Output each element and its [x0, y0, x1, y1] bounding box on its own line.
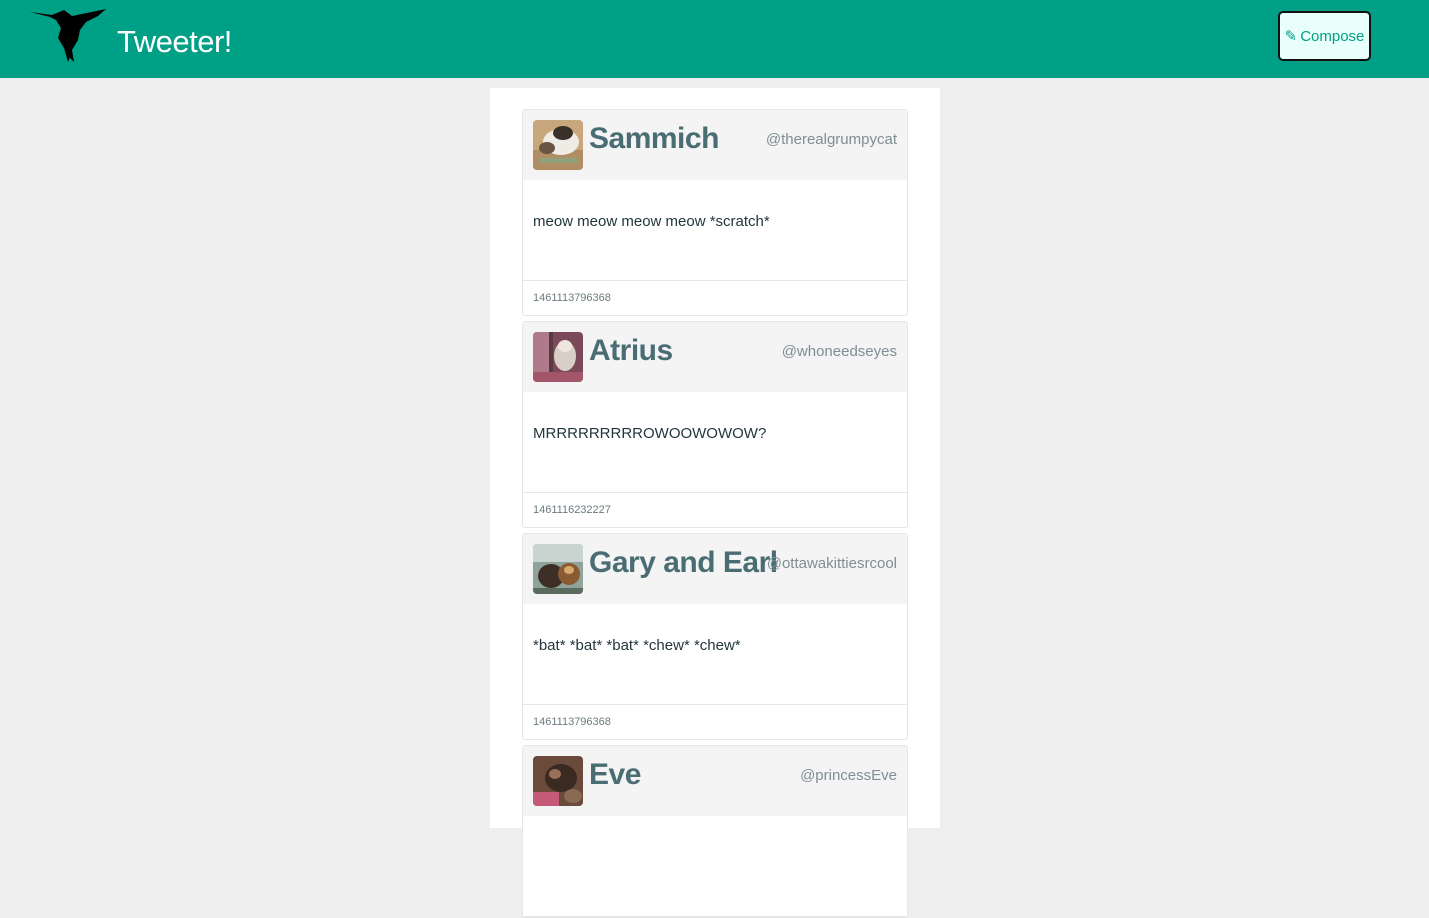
tweet-body: meow meow meow meow *scratch* [523, 180, 907, 281]
avatar [533, 756, 583, 806]
tweet-timestamp: 1461113796368 [533, 716, 611, 728]
tweet-header: Gary and Earl @ottawakittiesrcool [523, 534, 907, 604]
tweet-author-name: Atrius [589, 334, 673, 367]
tweets-container: Sammich @therealgrumpycat meow meow meow… [490, 88, 940, 918]
tweet: Gary and Earl @ottawakittiesrcool *bat* … [522, 533, 908, 740]
tweet-text: MRRRRRRRRROWOOWOWOW? [533, 425, 767, 442]
brand-title[interactable]: Tweeter! [117, 24, 232, 60]
tweet-body [523, 816, 907, 917]
tweet-text: meow meow meow meow *scratch* [533, 213, 770, 230]
tweet-footer: 1461113796368 [523, 705, 907, 739]
hummingbird-icon[interactable] [28, 6, 108, 64]
compose-label: Compose [1300, 27, 1365, 45]
tweet: Eve @princessEve [522, 745, 908, 918]
tweet-footer: 1461116232227 [523, 493, 907, 527]
tweet-header: Atrius @whoneedseyes [523, 322, 907, 392]
tweet-author-handle: @whoneedseyes [781, 343, 897, 360]
tweet-body: MRRRRRRRRROWOOWOWOW? [523, 392, 907, 493]
tweet-body: *bat* *bat* *bat* *chew* *chew* [523, 604, 907, 705]
compose-button[interactable]: ✎ Compose [1278, 11, 1371, 61]
tweet-header: Sammich @therealgrumpycat [523, 110, 907, 180]
tweet-author-handle: @princessEve [800, 767, 897, 784]
tweet-author-name: Eve [589, 758, 641, 791]
avatar [533, 544, 583, 594]
tweet-header: Eve @princessEve [523, 746, 907, 816]
tweet-timestamp: 1461113796368 [533, 292, 611, 304]
tweet-footer: 1461113796368 [523, 281, 907, 315]
tweet-author-handle: @therealgrumpycat [765, 131, 897, 148]
pencil-icon: ✎ [1284, 28, 1298, 45]
tweet-author-name: Sammich [589, 122, 719, 155]
tweet-text: *bat* *bat* *bat* *chew* *chew* [533, 637, 741, 654]
avatar [533, 120, 583, 170]
tweet-timestamp: 1461116232227 [533, 504, 611, 516]
tweet: Sammich @therealgrumpycat meow meow meow… [522, 109, 908, 316]
tweet-author-name: Gary and Earl [589, 546, 778, 579]
tweet: Atrius @whoneedseyes MRRRRRRRRROWOOWOWOW… [522, 321, 908, 528]
navbar: Tweeter! ✎ Compose [0, 0, 1429, 78]
tweet-author-handle: @ottawakittiesrcool [766, 555, 897, 572]
avatar [533, 332, 583, 382]
